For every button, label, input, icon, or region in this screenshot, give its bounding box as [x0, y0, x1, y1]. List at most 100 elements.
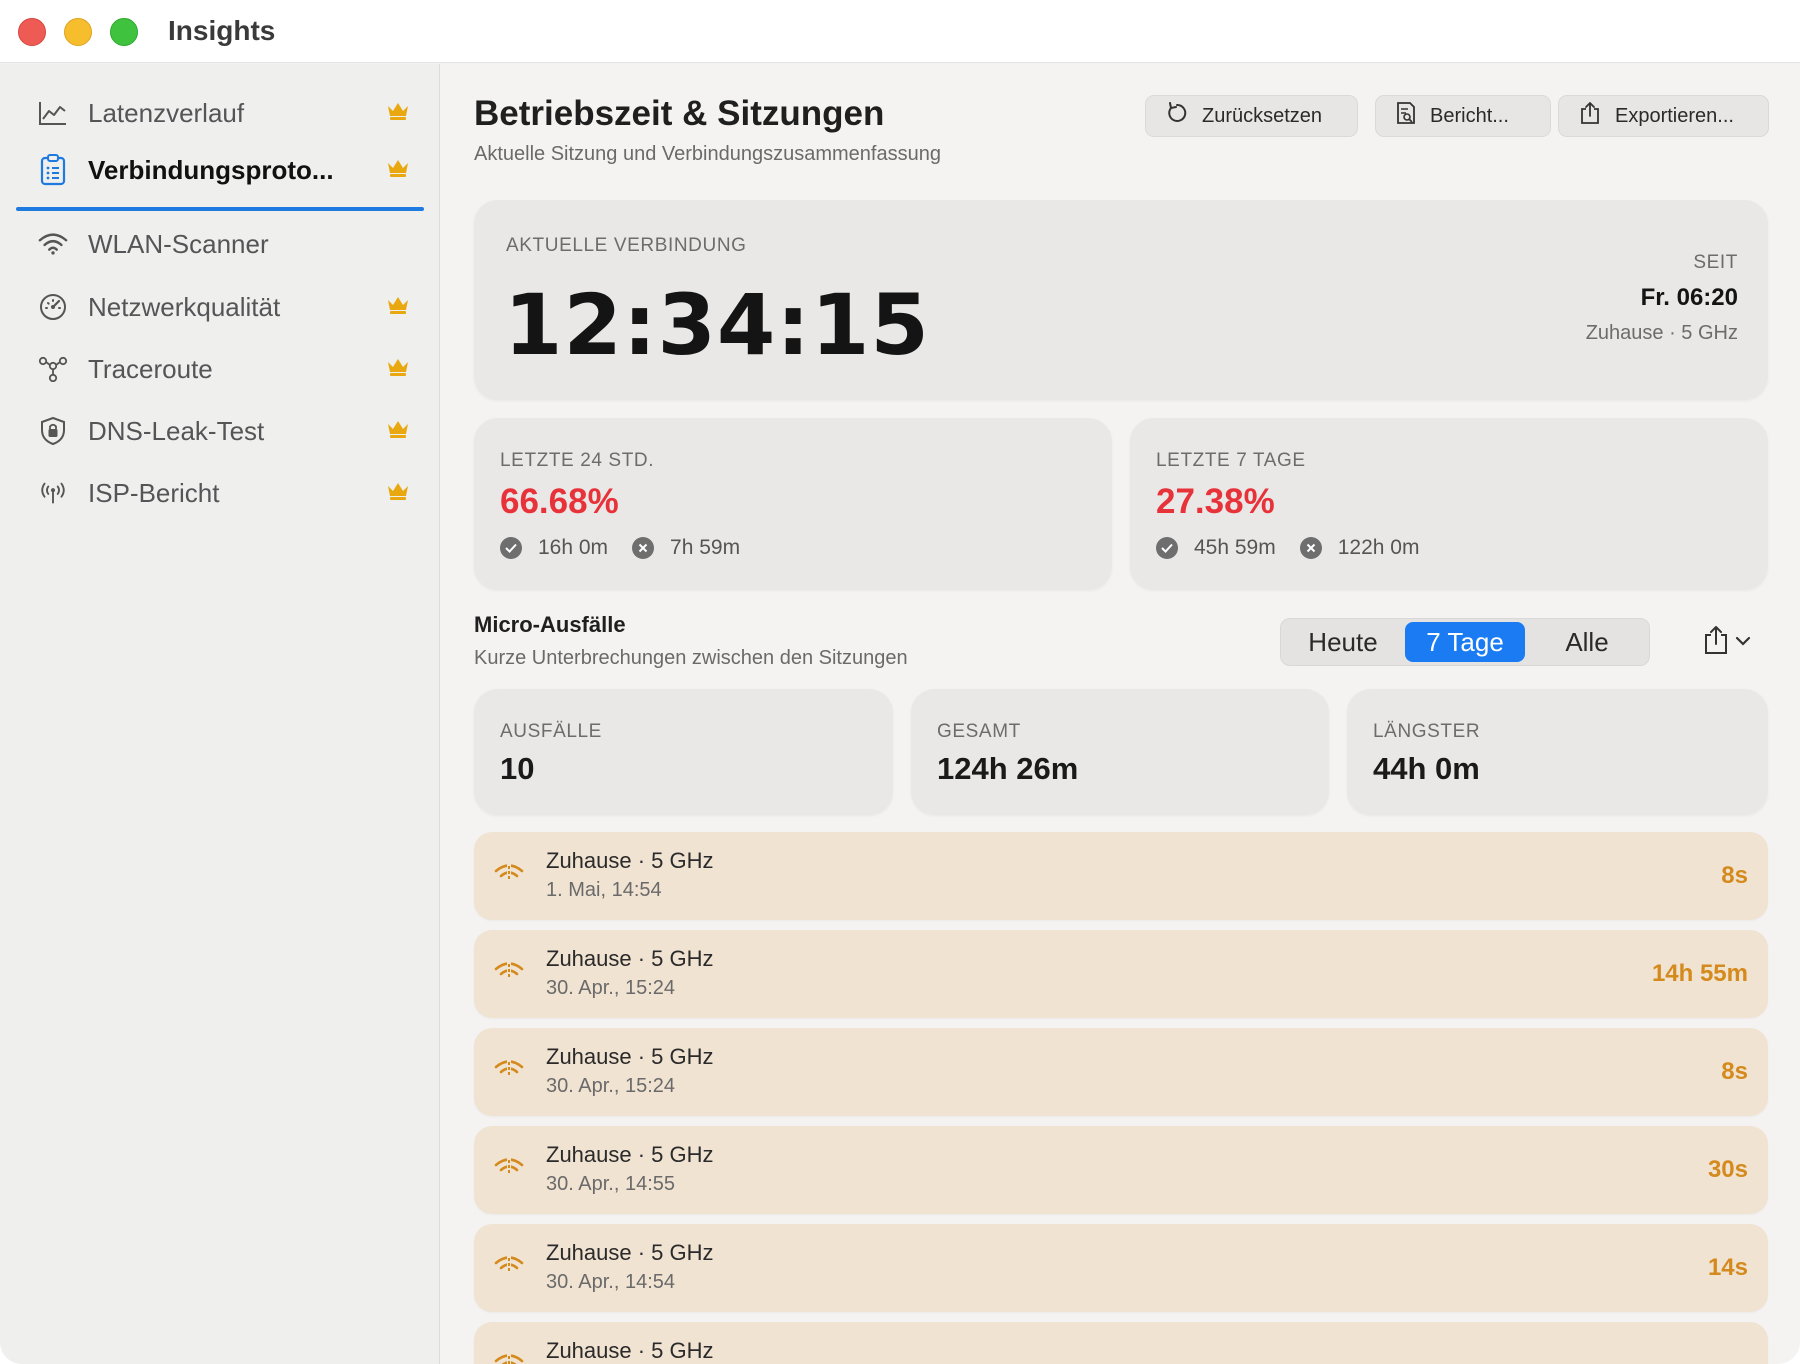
segment-alle[interactable]: Alle	[1529, 622, 1645, 662]
sidebar-item-latenzverlauf[interactable]: Latenzverlauf	[16, 84, 424, 142]
export-button-label: Exportieren...	[1615, 104, 1734, 127]
outage-time: 1. Mai, 14:54	[546, 879, 662, 901]
uptime-percent: 66.68%	[500, 482, 619, 521]
section-subtitle: Kurze Unterbrechungen zwischen den Sitzu…	[474, 647, 908, 669]
current-connection-caption: AKTUELLE VERBINDUNG	[506, 235, 747, 256]
reset-icon	[1166, 102, 1188, 130]
crown-icon	[386, 356, 410, 380]
report-document-icon	[1396, 101, 1416, 131]
sidebar-item-isp-bericht[interactable]: ISP-Bericht	[16, 464, 424, 522]
app-window: Insights Latenzverlauf Verbindungsproto.…	[0, 0, 1800, 1364]
wifi-icon	[38, 229, 68, 259]
stats-caption: LETZTE 7 TAGE	[1156, 450, 1306, 471]
share-icon	[1579, 101, 1601, 131]
sidebar-item-wlan-scanner[interactable]: WLAN-Scanner	[16, 215, 424, 273]
connected-time: 16h 0m	[538, 536, 609, 559]
outage-row[interactable]: Zuhause · 5 GHz	[474, 1322, 1768, 1364]
summary-caption: GESAMT	[937, 721, 1021, 742]
chevron-down-icon	[1735, 633, 1751, 651]
outage-network: Zuhause · 5 GHz	[546, 946, 714, 971]
wifi-slash-icon	[494, 960, 524, 988]
route-nodes-icon	[38, 354, 68, 384]
uptime-breakdown: 16h 0m 7h 59m	[500, 536, 764, 560]
sidebar-item-label: Latenzverlauf	[88, 97, 245, 128]
stats-card-24h: LETZTE 24 STD. 66.68% 16h 0m 7h 59m	[474, 418, 1112, 590]
wifi-slash-icon	[494, 862, 524, 890]
crown-icon	[386, 418, 410, 442]
crown-icon	[386, 480, 410, 504]
wifi-slash-icon	[494, 1352, 524, 1364]
session-duration: 12:34:15	[504, 276, 930, 374]
uptime-breakdown: 45h 59m 122h 0m	[1156, 536, 1443, 560]
sidebar-item-label: WLAN-Scanner	[88, 228, 269, 259]
sidebar-item-label: Traceroute	[88, 353, 213, 384]
crown-icon	[386, 157, 410, 181]
main-content: Betriebszeit & Sitzungen Aktuelle Sitzun…	[441, 64, 1800, 1364]
sidebar-item-label: Netzwerkqualität	[88, 291, 281, 322]
since-caption: SEIT	[1693, 252, 1738, 273]
range-segmented-control: Heute 7 Tage Alle	[1280, 618, 1650, 666]
outage-time: 30. Apr., 15:24	[546, 977, 675, 999]
outage-network: Zuhause · 5 GHz	[546, 1044, 714, 1069]
segment-7-tage[interactable]: 7 Tage	[1405, 622, 1525, 662]
network-label: Zuhause · 5 GHz	[1585, 322, 1738, 344]
outage-row[interactable]: Zuhause · 5 GHz 30. Apr., 14:54 14s	[474, 1224, 1768, 1312]
segment-heute[interactable]: Heute	[1285, 622, 1401, 662]
outage-row[interactable]: Zuhause · 5 GHz 1. Mai, 14:54 8s	[474, 832, 1768, 920]
page-title: Betriebszeit & Sitzungen	[474, 94, 885, 133]
outage-network: Zuhause · 5 GHz	[546, 848, 714, 873]
section-title: Micro-Ausfälle	[474, 612, 626, 637]
share-menu-button[interactable]	[1703, 624, 1763, 660]
active-tab-indicator	[16, 207, 424, 211]
summary-value: 10	[500, 751, 535, 786]
outage-time: 30. Apr., 14:55	[546, 1173, 675, 1195]
outage-time: 30. Apr., 14:54	[546, 1271, 675, 1293]
title-bar: Insights	[0, 0, 1800, 63]
clipboard-list-icon	[38, 154, 68, 186]
stats-caption: LETZTE 24 STD.	[500, 450, 655, 471]
wifi-slash-icon	[494, 1254, 524, 1282]
xmark-circle-icon	[632, 537, 655, 559]
close-window-button[interactable]	[18, 18, 46, 46]
outage-longest-card: LÄNGSTER 44h 0m	[1347, 689, 1768, 815]
sidebar-item-verbindungsprotokoll[interactable]: Verbindungsproto...	[16, 141, 424, 199]
chart-line-icon	[38, 98, 68, 128]
checkmark-circle-icon	[1156, 537, 1178, 559]
outage-duration: 8s	[1721, 1058, 1748, 1085]
report-button-label: Bericht...	[1430, 104, 1509, 127]
uptime-percent: 27.38%	[1156, 482, 1275, 521]
zoom-window-button[interactable]	[110, 18, 138, 46]
disconnected-time: 7h 59m	[670, 536, 741, 559]
summary-value: 124h 26m	[937, 751, 1079, 786]
shield-lock-icon	[38, 416, 68, 446]
wifi-slash-icon	[494, 1058, 524, 1086]
outage-duration: 14h 55m	[1651, 960, 1748, 987]
outage-row[interactable]: Zuhause · 5 GHz 30. Apr., 14:55 30s	[474, 1126, 1768, 1214]
outage-time: 30. Apr., 15:24	[546, 1075, 675, 1097]
export-button[interactable]: Exportieren...	[1558, 95, 1769, 137]
summary-caption: LÄNGSTER	[1373, 721, 1481, 742]
minimize-window-button[interactable]	[64, 18, 92, 46]
report-button[interactable]: Bericht...	[1375, 95, 1551, 137]
summary-value: 44h 0m	[1373, 751, 1480, 786]
outage-duration: 8s	[1721, 862, 1748, 889]
share-icon	[1703, 625, 1729, 660]
sidebar: Latenzverlauf Verbindungsproto... WLAN-S…	[0, 64, 440, 1364]
sidebar-item-traceroute[interactable]: Traceroute	[16, 340, 424, 398]
outage-count-card: AUSFÄLLE 10	[474, 689, 893, 815]
connected-time: 45h 59m	[1194, 536, 1276, 559]
reset-button[interactable]: Zurücksetzen	[1145, 95, 1358, 137]
outage-network: Zuhause · 5 GHz	[546, 1240, 714, 1265]
window-title: Insights	[168, 15, 276, 46]
sidebar-item-dns-leak-test[interactable]: DNS-Leak-Test	[16, 402, 424, 460]
page-subtitle: Aktuelle Sitzung und Verbindungszusammen…	[474, 143, 941, 165]
sidebar-item-netzwerkqualitaet[interactable]: Netzwerkqualität	[16, 278, 424, 336]
summary-caption: AUSFÄLLE	[500, 721, 602, 742]
sidebar-item-label: ISP-Bericht	[88, 477, 220, 508]
outage-row[interactable]: Zuhause · 5 GHz 30. Apr., 15:24 8s	[474, 1028, 1768, 1116]
xmark-circle-icon	[1299, 537, 1322, 559]
outage-duration: 30s	[1707, 1156, 1748, 1183]
outage-row[interactable]: Zuhause · 5 GHz 30. Apr., 15:24 14h 55m	[474, 930, 1768, 1018]
outage-total-card: GESAMT 124h 26m	[911, 689, 1329, 815]
wifi-slash-icon	[494, 1156, 524, 1184]
